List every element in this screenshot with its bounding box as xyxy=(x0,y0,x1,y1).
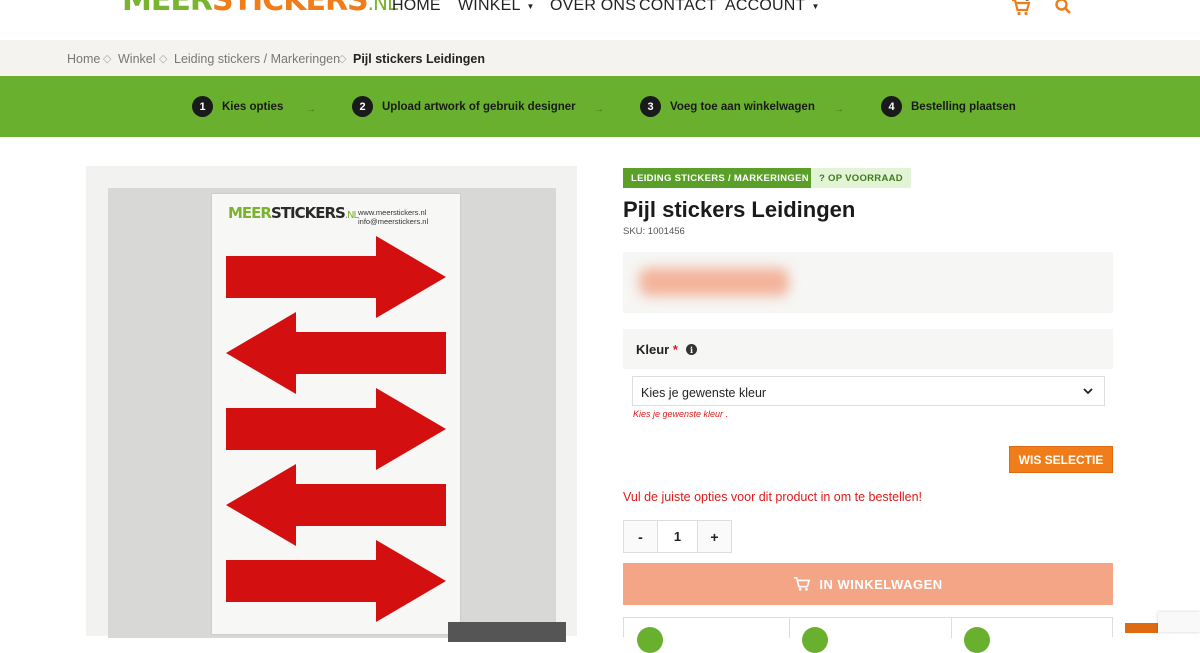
usp-check-icon xyxy=(637,627,663,653)
logo-stickers: STICKERS xyxy=(211,0,369,18)
stock-badge: ? OP VOORRAAD xyxy=(811,168,911,188)
options-warning: Vul de juiste opties voor dit product in… xyxy=(623,490,923,504)
step-number: 4 xyxy=(881,96,902,117)
arrow-stickers-graphic xyxy=(226,236,446,622)
nav-account[interactable]: ACCOUNT ▼ xyxy=(725,0,820,14)
arrow-sticker-right xyxy=(226,540,446,622)
kleur-select[interactable]: Kies je gewenste kleur xyxy=(632,376,1105,406)
order-steps-bar: 1 Kies opties → 2 Upload artwork of gebr… xyxy=(0,76,1200,137)
breadcrumb-current: Pijl stickers Leidingen xyxy=(353,52,485,66)
quantity-plus-button[interactable]: + xyxy=(698,521,731,552)
site-header: MEERSTICKERS.NL HOME WINKEL ▼ OVER ONS CO… xyxy=(0,0,1200,40)
clear-selection-button[interactable]: WIS SELECTIE xyxy=(1009,446,1113,473)
breadcrumb: Home ◇ Winkel ◇ Leiding stickers / Marke… xyxy=(0,40,1200,76)
step-number: 1 xyxy=(192,96,213,117)
option-kleur-header: Kleur * i xyxy=(623,329,1113,369)
product-sku: SKU: 1001456 xyxy=(623,226,685,237)
breadcrumb-home[interactable]: Home xyxy=(67,52,100,66)
add-to-cart-button[interactable]: IN WINKELWAGEN xyxy=(623,563,1113,605)
recaptcha-badge[interactable] xyxy=(1158,612,1200,632)
step-2: 2 Upload artwork of gebruik designer xyxy=(352,96,576,117)
product-title: Pijl stickers Leidingen xyxy=(623,197,856,222)
info-icon[interactable]: i xyxy=(686,344,697,355)
step-arrow-icon: → xyxy=(594,104,604,115)
breadcrumb-separator: ◇ xyxy=(159,53,168,65)
quantity-input[interactable]: 1 xyxy=(657,521,698,552)
caret-down-icon: ▼ xyxy=(526,2,535,11)
scroll-top-button[interactable] xyxy=(1125,623,1158,633)
breadcrumb-category[interactable]: Leiding stickers / Markeringen xyxy=(174,52,340,66)
step-label: Upload artwork of gebruik designer xyxy=(382,100,576,113)
category-badge[interactable]: LEIDING STICKERS / MARKERINGEN xyxy=(623,168,817,188)
nav-over-ons[interactable]: OVER ONS xyxy=(550,0,636,14)
sticker-sheet: MEERSTICKERS.NL www.meerstickers.nl info… xyxy=(212,194,460,634)
select-error-message: Kies je gewenste kleur . xyxy=(633,409,729,419)
step-arrow-icon: → xyxy=(306,104,316,115)
sheet-email: info@meerstickers.nl xyxy=(358,217,429,226)
arrow-sticker-right xyxy=(226,388,446,470)
breadcrumb-winkel[interactable]: Winkel xyxy=(118,52,156,66)
add-to-cart-label: IN WINKELWAGEN xyxy=(819,576,943,592)
breadcrumb-separator: ◇ xyxy=(338,53,347,65)
step-arrow-icon: → xyxy=(834,104,844,115)
select-value: Kies je gewenste kleur xyxy=(641,386,767,400)
nav-contact[interactable]: CONTACT xyxy=(639,0,717,14)
step-label: Bestelling plaatsen xyxy=(911,100,1016,113)
step-label: Voeg toe aan winkelwagen xyxy=(670,100,815,113)
step-1: 1 Kies opties xyxy=(192,96,283,117)
product-image[interactable]: MEERSTICKERS.NL www.meerstickers.nl info… xyxy=(108,188,556,638)
image-overlay-bar xyxy=(448,622,566,642)
step-3: 3 Voeg toe aan winkelwagen xyxy=(640,96,815,117)
option-label: Kleur * xyxy=(636,342,678,357)
arrow-sticker-left xyxy=(226,312,446,394)
caret-down-icon: ▼ xyxy=(811,2,820,11)
price-box xyxy=(623,252,1113,313)
nav-home[interactable]: HOME xyxy=(392,0,441,14)
usp-row xyxy=(623,617,1113,653)
quantity-minus-button[interactable]: - xyxy=(624,521,657,552)
site-logo[interactable]: MEERSTICKERS.NL xyxy=(122,0,398,18)
breadcrumb-separator: ◇ xyxy=(103,53,112,65)
step-label: Kies opties xyxy=(222,100,284,113)
usp-check-icon xyxy=(802,627,828,653)
cart-count-badge: 0 xyxy=(1025,0,1029,3)
usp-divider xyxy=(789,618,790,638)
price-blurred xyxy=(639,268,789,296)
step-4: 4 Bestelling plaatsen xyxy=(881,96,1016,117)
sheet-website: www.meerstickers.nl xyxy=(358,208,427,217)
chevron-down-icon xyxy=(1083,388,1093,395)
cart-icon xyxy=(794,576,811,591)
step-number: 3 xyxy=(640,96,661,117)
nav-winkel[interactable]: WINKEL ▼ xyxy=(458,0,535,14)
step-number: 2 xyxy=(352,96,373,117)
arrow-sticker-left xyxy=(226,464,446,546)
sheet-url: www.meerstickers.nl info@meerstickers.nl xyxy=(358,208,428,226)
logo-meer: MEER xyxy=(122,0,213,18)
required-mark: * xyxy=(672,342,678,357)
usp-check-icon xyxy=(964,627,990,653)
usp-divider xyxy=(951,618,952,638)
sheet-logo: MEERSTICKERS.NL xyxy=(228,204,359,222)
arrow-sticker-right xyxy=(226,236,446,318)
search-icon[interactable] xyxy=(1054,0,1072,15)
quantity-stepper: - 1 + xyxy=(623,520,732,553)
product-image-panel: MEERSTICKERS.NL www.meerstickers.nl info… xyxy=(86,166,577,642)
